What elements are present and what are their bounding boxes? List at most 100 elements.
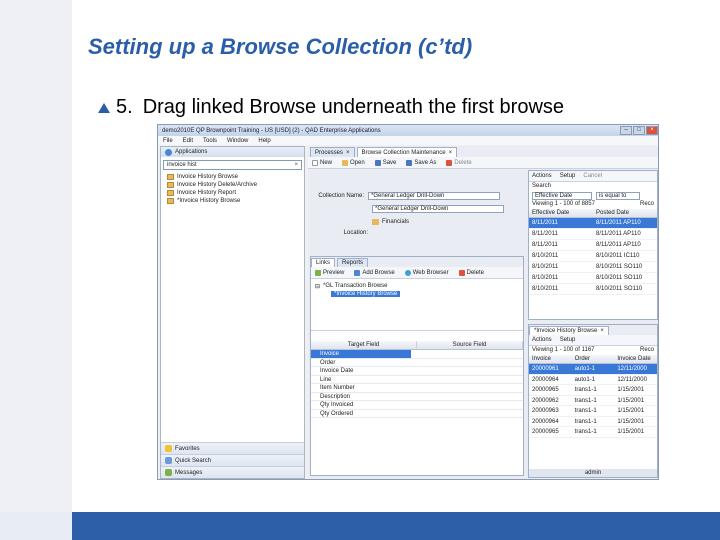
cell: 8/11/2011	[529, 218, 593, 228]
more-link[interactable]: Reco	[640, 346, 654, 355]
close-tab-icon[interactable]: ×	[346, 150, 350, 156]
tree-root-label: *GL Transaction Browse	[323, 283, 388, 289]
invoice-history-panel: *Invoice History Browse × Actions Setup V…	[528, 324, 658, 478]
cell: 8/10/2011	[532, 253, 559, 259]
column-header-effective-date[interactable]: Effective Date	[529, 209, 593, 217]
setup-button[interactable]: Setup	[560, 173, 576, 179]
table-row[interactable]: 20000961 auto1-1 12/11/2000	[529, 364, 658, 375]
invoice-viewing-row: Viewing 1 - 100 of 1167 Reco	[529, 346, 657, 355]
tab-links[interactable]: Links	[311, 258, 336, 267]
cell: trans1-1	[574, 418, 597, 425]
actions-button[interactable]: Actions	[532, 173, 552, 179]
tab-browse-collection-maintenance[interactable]: Browse Collection Maintenance ×	[356, 147, 458, 157]
collection-name-field[interactable]: *General Ledger Drill-Down	[368, 192, 500, 200]
save-as-button[interactable]: Save As	[406, 159, 436, 166]
setup-button[interactable]: Setup	[560, 337, 576, 343]
menu-help[interactable]: Help	[258, 138, 270, 144]
column-header-posted-date[interactable]: Posted Date	[593, 209, 657, 217]
collection-name-row: Collection Name: *General Ledger Drill-D…	[308, 192, 500, 200]
save-label: Save	[382, 159, 397, 166]
table-row[interactable]: 8/11/2011 8/11/2011 AP110	[529, 240, 657, 251]
tree-root-node[interactable]: ⊟ *GL Transaction Browse	[315, 282, 519, 290]
table-row[interactable]: Invoice	[311, 350, 523, 359]
menu-file[interactable]: File	[163, 138, 173, 144]
new-label: New	[320, 159, 333, 166]
cell-target-field: Invoice	[311, 350, 411, 358]
more-link[interactable]: Reco	[640, 200, 654, 209]
save-as-icon	[406, 159, 413, 166]
column-header-target-field[interactable]: Target Field	[311, 341, 417, 349]
table-row[interactable]: 8/10/2011 8/10/2011 SO110	[529, 262, 657, 273]
table-row[interactable]: Qty Invoiced	[311, 401, 523, 410]
menu-window[interactable]: Window	[227, 138, 248, 144]
menu-search-input[interactable]: invoice hist ×	[163, 160, 302, 170]
cell: 12/11/2000	[614, 364, 658, 374]
table-row[interactable]: Order	[311, 359, 523, 367]
result-item[interactable]: Invoice History Delete/Archive	[161, 181, 304, 189]
quick-search-item[interactable]: Quick Search	[161, 454, 304, 466]
result-item[interactable]: *Invoice History Browse	[161, 197, 304, 205]
new-button[interactable]: New	[312, 159, 333, 166]
table-row[interactable]: 8/10/2011 8/10/2011 SO110	[529, 284, 657, 295]
tab-invoice-history-browse[interactable]: *Invoice History Browse ×	[529, 326, 609, 335]
filter-operator-select[interactable]: is equal to	[596, 191, 640, 200]
result-item[interactable]: Invoice History Browse	[161, 173, 304, 181]
open-button[interactable]: Open	[342, 159, 365, 166]
table-row[interactable]: 8/10/2011 8/10/2011 SO110	[529, 273, 657, 284]
close-icon[interactable]: ×	[646, 126, 658, 135]
add-browse-button[interactable]: Add Browse	[354, 269, 395, 276]
column-header-invoice[interactable]: Invoice	[529, 355, 572, 363]
table-row[interactable]: Qty Ordered	[311, 410, 523, 418]
messages-item[interactable]: Messages	[161, 466, 304, 478]
cell: 20000965	[532, 429, 559, 435]
table-row[interactable]: 8/11/2011 8/11/2011 AP110	[529, 218, 657, 229]
star-icon	[165, 445, 172, 452]
save-button[interactable]: Save	[374, 159, 397, 166]
close-tab-icon[interactable]: ×	[600, 328, 604, 334]
program-icon	[167, 174, 174, 180]
tab-reports[interactable]: Reports	[337, 258, 369, 267]
main-content: Processes × Browse Collection Maintenance…	[308, 146, 658, 479]
column-header-invoice-date[interactable]: Invoice Date	[614, 355, 657, 363]
table-row[interactable]: Description	[311, 393, 523, 401]
table-row[interactable]: 20000965 trans1-1 1/15/2001	[529, 385, 657, 396]
actions-button[interactable]: Actions	[532, 337, 552, 343]
preview-button[interactable]: Preview	[315, 269, 344, 276]
table-row[interactable]: Line	[311, 376, 523, 384]
collapse-icon[interactable]: ⊟	[315, 283, 320, 290]
table-row[interactable]: 20000964 auto1-1 12/11/2000	[529, 375, 657, 385]
applications-header[interactable]: Applications	[161, 147, 304, 157]
clear-search-icon[interactable]: ×	[294, 162, 298, 168]
delete-link-button[interactable]: Delete	[458, 269, 484, 276]
cancel-button[interactable]: Cancel	[583, 173, 602, 179]
menu-tools[interactable]: Tools	[203, 138, 217, 144]
table-row[interactable]: 20000964 trans1-1 1/15/2001	[529, 417, 657, 427]
web-browser-button[interactable]: Web Browser	[404, 269, 449, 276]
column-header-source-field[interactable]: Source Field	[417, 341, 523, 349]
filter-field-select[interactable]: Effective Date	[532, 191, 592, 200]
browse-toolbar: Actions Setup Cancel	[529, 171, 657, 182]
tree-child-node[interactable]: *Invoice History Browse	[315, 290, 519, 298]
minimize-icon[interactable]: –	[620, 126, 632, 135]
table-row[interactable]: Invoice Date	[311, 367, 523, 376]
cell: 8/11/2011 AP110	[596, 231, 641, 237]
close-tab-icon[interactable]: ×	[449, 150, 453, 156]
table-row[interactable]: 20000963 trans1-1 1/15/2001	[529, 406, 657, 417]
cell: 1/15/2001	[617, 429, 645, 435]
delete-button[interactable]: Delete	[446, 159, 472, 166]
column-header-order[interactable]: Order	[572, 355, 615, 363]
viewing-count: Viewing 1 - 100 of 8857	[532, 201, 595, 207]
menu-edit[interactable]: Edit	[183, 138, 193, 144]
maximize-icon[interactable]: □	[633, 126, 645, 135]
table-row[interactable]: Item Number	[311, 384, 523, 393]
left-band	[0, 0, 72, 540]
table-row[interactable]: 20000965 trans1-1 1/15/2001	[529, 427, 657, 438]
result-label: Invoice History Browse	[177, 174, 239, 180]
table-row[interactable]: 8/11/2011 8/11/2011 AP110	[529, 229, 657, 240]
table-row[interactable]: 20000962 trans1-1 1/15/2001	[529, 396, 657, 406]
result-item[interactable]: Invoice History Report	[161, 189, 304, 197]
favorites-item[interactable]: Favorites	[161, 442, 304, 454]
table-row[interactable]: 8/10/2011 8/10/2011 IC110	[529, 251, 657, 262]
tab-processes[interactable]: Processes ×	[310, 147, 355, 157]
description-field[interactable]: *General Ledger Drill-Down	[372, 205, 504, 213]
